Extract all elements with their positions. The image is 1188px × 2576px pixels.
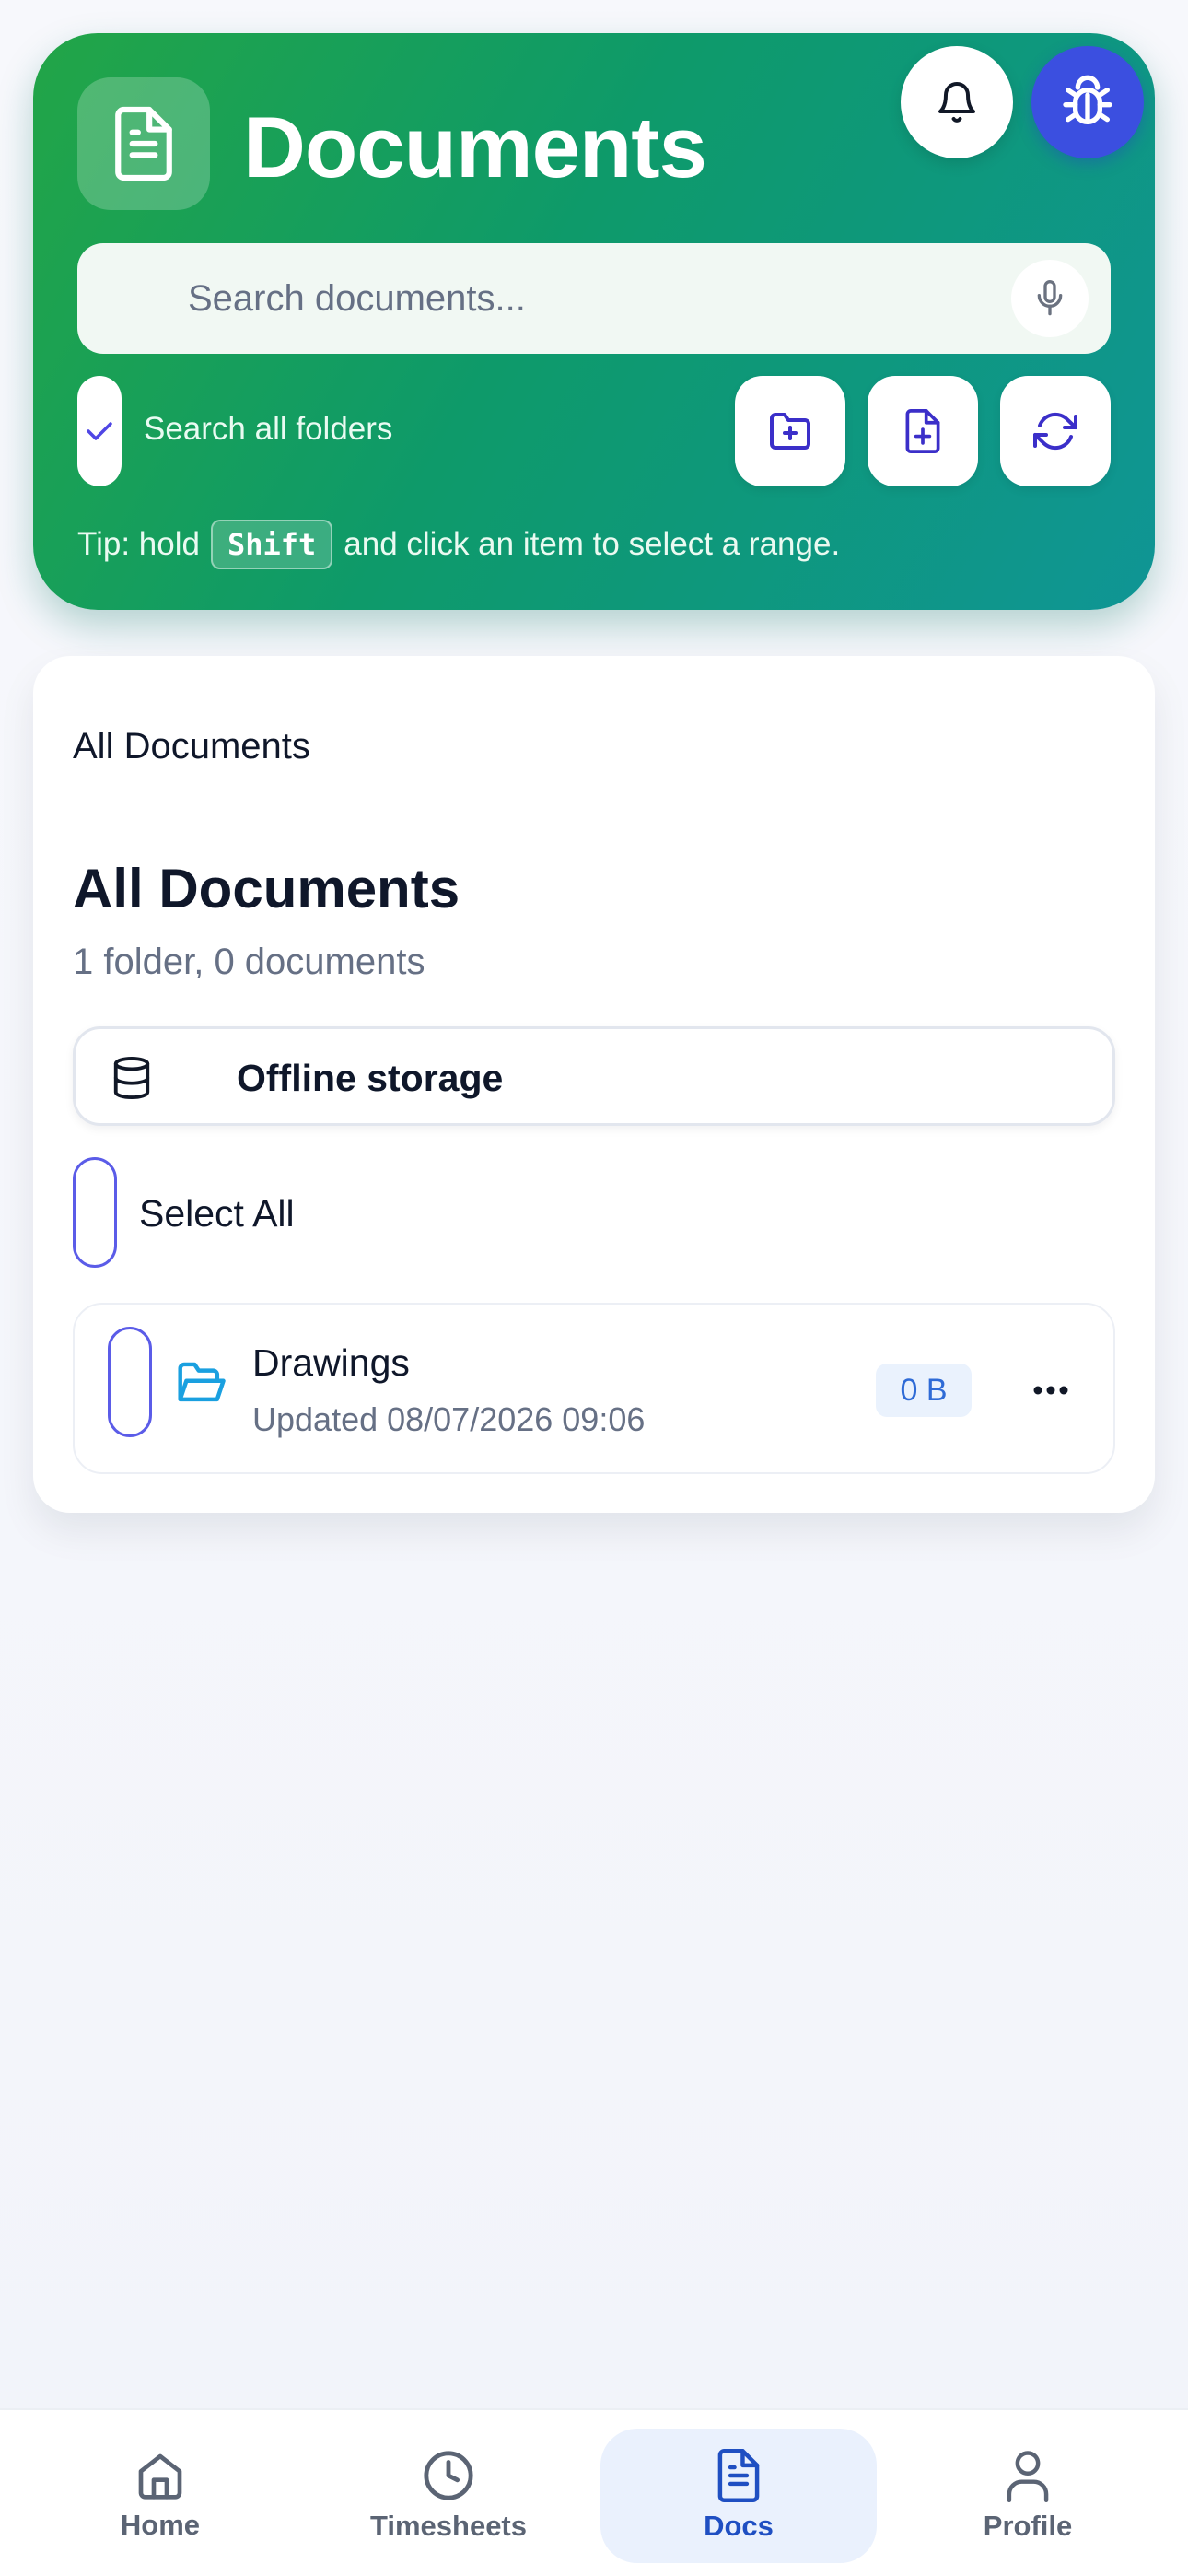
user-icon: [1007, 2451, 1049, 2502]
select-all-label: Select All: [139, 1192, 295, 1235]
nav-label-timesheets: Timesheets: [369, 2510, 527, 2542]
new-folder-button[interactable]: [735, 376, 845, 486]
documents-screen: Documents Search documents... Search all…: [0, 0, 1188, 2576]
item-more-button[interactable]: [1023, 1364, 1078, 1417]
debug-button[interactable]: [1031, 46, 1144, 158]
new-document-button[interactable]: [868, 376, 978, 486]
file-plus-icon: [905, 409, 940, 453]
nav-item-profile[interactable]: Profile: [890, 2429, 1166, 2563]
tip-text-before: Tip: hold: [77, 526, 200, 562]
documents-header: Documents Search documents... Search all…: [33, 33, 1155, 610]
shift-tip: Tip: hold Shift and click an item to sel…: [77, 520, 840, 569]
list-item[interactable]: Drawings Updated 08/07/2026 09:06 0 B: [73, 1303, 1115, 1474]
nav-label-home: Home: [120, 2509, 201, 2541]
document-icon: [77, 77, 210, 210]
item-count: 1 folder, 0 documents: [73, 942, 425, 982]
nav-item-timesheets[interactable]: Timesheets: [310, 2429, 587, 2563]
search-input[interactable]: Search documents...: [77, 243, 1111, 354]
home-icon: [138, 2453, 182, 2500]
document-icon: [717, 2449, 760, 2502]
item-name: Drawings: [252, 1341, 410, 1384]
ellipsis-icon: [1033, 1386, 1068, 1395]
nav-item-docs[interactable]: Docs: [600, 2429, 877, 2563]
database-icon: [113, 1056, 150, 1099]
check-icon: [87, 422, 112, 440]
search-placeholder: Search documents...: [188, 278, 526, 319]
offline-storage-label: Offline storage: [237, 1057, 504, 1099]
select-all-checkbox[interactable]: [73, 1157, 117, 1268]
nav-label-docs: Docs: [704, 2510, 774, 2542]
tip-text-after: and click an item to select a range.: [344, 526, 841, 562]
offline-storage-button[interactable]: Offline storage: [73, 1026, 1115, 1126]
microphone-icon: [1037, 280, 1063, 316]
clock-icon: [424, 2451, 473, 2500]
section-title: All Documents: [73, 858, 460, 919]
documents-list-card: All Documents All Documents 1 folder, 0 …: [33, 656, 1155, 1513]
page-title: Documents: [243, 99, 707, 195]
search-all-folders-label: Search all folders: [144, 411, 393, 447]
breadcrumb[interactable]: All Documents: [73, 726, 310, 767]
notifications-button[interactable]: [901, 46, 1013, 158]
shift-key-badge: Shift: [210, 520, 333, 569]
voice-search-button[interactable]: [1011, 260, 1089, 337]
item-size-badge: 0 B: [876, 1364, 972, 1417]
folder-open-icon: [178, 1362, 226, 1402]
bottom-navigation: Home Timesheets Docs Profile: [0, 2408, 1188, 2576]
refresh-button[interactable]: [1000, 376, 1111, 486]
item-updated: Updated 08/07/2026 09:06: [252, 1400, 646, 1438]
nav-item-home[interactable]: Home: [22, 2429, 298, 2563]
item-checkbox[interactable]: [108, 1327, 152, 1437]
refresh-icon: [1033, 412, 1077, 451]
nav-label-profile: Profile: [983, 2510, 1073, 2542]
search-all-folders-checkbox[interactable]: [77, 376, 122, 486]
bug-icon: [1063, 75, 1112, 124]
folder-plus-icon: [770, 413, 810, 450]
bell-icon: [938, 82, 975, 123]
